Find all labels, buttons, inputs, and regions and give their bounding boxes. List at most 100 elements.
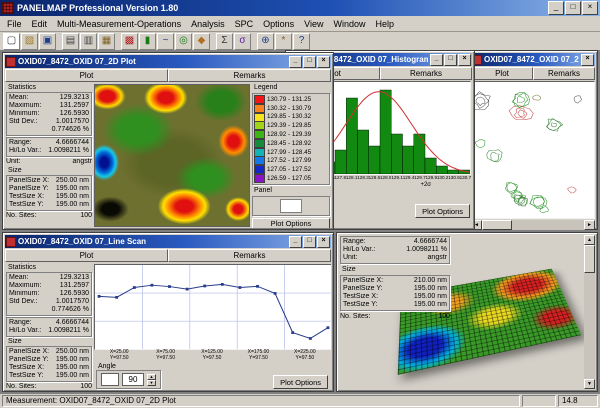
toolbar-icon-statistics[interactable]: Σ [216,33,233,50]
menu-item-spc[interactable]: SPC [230,18,259,30]
close-button[interactable]: × [582,1,598,15]
maximize-button[interactable]: □ [303,55,316,68]
toolbar-icon-contour[interactable]: ◎ [175,33,192,50]
statistics-heading: Statistics [8,264,37,271]
legend-label: 127.52 - 127.99 [267,157,312,165]
legend-panel: Legend 130.79 - 131.25 130.32 - 130.79 129… [251,83,331,228]
scroll-down-arrow[interactable]: ▼ [584,379,595,389]
window-title-bar[interactable]: OXID07_8472_OXID 07_2D Plot _ □ × [5,55,331,68]
tab-remarks[interactable]: Remarks [168,69,331,82]
angle-input[interactable]: 90 [122,373,144,386]
contour-plot[interactable] [471,81,595,219]
scroll-up-arrow[interactable]: ▲ [584,235,595,245]
toolbar-icon-plot-3d[interactable]: ◆ [193,33,210,50]
toolbar-icon-copy[interactable]: ▥ [80,33,97,50]
x-tick-label: X=25.00 Y=97.50 [96,349,142,362]
stat-label: Minimum: [9,290,40,297]
maximize-button[interactable]: □ [444,53,457,66]
minimize-button[interactable]: _ [430,53,443,66]
x-tick-label: 129.98 [425,175,437,180]
statistics-heading: Statistics [8,84,37,91]
stat-label: Unit: [343,254,358,261]
stat-row: Minimum: 126.5930 [9,290,89,298]
tab-remarks[interactable]: Remarks [533,67,595,80]
stat-label: Maximum: [9,282,42,289]
toolbar-icon-new-file[interactable]: ▢ [3,33,20,50]
tab-plot[interactable]: Plot [471,67,533,80]
menu-item-file[interactable]: File [2,18,27,30]
tick-y-value: Y=97.50 [295,355,315,362]
stat-label: Hi/Lo Var.: [343,246,376,253]
toolbar-icon-spc[interactable]: σ [234,33,251,50]
close-button[interactable]: × [581,53,594,66]
stat-row: Unit: angstr [343,254,447,262]
close-button[interactable]: × [317,235,330,248]
tab-remarks[interactable]: Remarks [380,67,472,80]
minimize-button[interactable]: _ [548,1,564,15]
panel-shape-preview[interactable] [280,198,302,213]
sites-value: 100 [80,212,92,219]
window-title-bar[interactable]: OXID07_8472_OXID 07_Line Scan _ □ × [5,235,331,248]
size-heading: Size [342,266,356,273]
toolbar-icon-zoom[interactable]: ⊕ [257,33,274,50]
legend-entry: 128.92 - 129.39 [254,130,328,140]
menu-item-multi-measurement-operations[interactable]: Multi-Measurement-Operations [52,18,186,30]
legend-label: 129.85 - 130.32 [267,113,312,121]
stat-value: 129.3213 [59,274,89,281]
tab-plot[interactable]: Plot [5,249,168,262]
legend-label: 127.99 - 128.45 [267,148,312,156]
angle-orientation-box[interactable] [101,373,119,386]
legend: 130.79 - 131.25 130.32 - 130.79 129.85 - 1… [252,93,330,185]
toolbar-icon-options[interactable]: * [275,33,292,50]
toolbar-icon-help[interactable]: ? [293,33,310,50]
plot-options-button[interactable]: Plot Options [273,375,328,389]
tab-plot[interactable]: Plot [5,69,168,82]
menu-item-view[interactable]: View [299,18,328,30]
title-bar[interactable]: PANELMAP Professional Version 1.80 _ □ × [0,0,600,16]
close-button[interactable]: × [317,55,330,68]
scrollbar-thumb[interactable] [482,220,512,230]
window-title-bar[interactable]: OXID07_8472_OXID 07_2D Contour × [471,53,595,66]
legend-swatch [254,156,265,166]
sites-row: No. Sites: 100 [340,313,450,321]
toolbar-icon-open-folder[interactable]: ▨ [21,33,38,50]
stat-row: TestSize Y: 195.00 nm [9,372,89,380]
toolbar-icon-plot-2d[interactable]: ▩ [121,33,138,50]
toolbar-icon-histogram[interactable]: ▮ [139,33,156,50]
status-bar: Measurement: OXID07_8472_OXID 07_2D Plot… [0,394,600,408]
toolbar-icon-save[interactable]: ▣ [39,33,56,50]
scroll-right-arrow[interactable]: ► [584,220,595,230]
minimize-button[interactable]: _ [289,235,302,248]
plot-options-button[interactable]: Plot Options [415,204,470,218]
x-tick-label: 130.25 [436,175,449,180]
x-tick-label: 128.12 [345,175,358,180]
vertical-scrollbar[interactable]: ▲ ▼ [584,235,595,389]
menu-item-window[interactable]: Window [329,18,371,30]
legend-swatch [254,138,265,148]
minimize-button[interactable]: _ [289,55,302,68]
line-scan-chart[interactable] [94,264,331,351]
stat-value: 4.6666744 [413,238,447,245]
toolbar-icon-paste[interactable]: ▦ [98,33,115,50]
horizontal-scrollbar[interactable]: ◄ ► [471,220,595,230]
statistics-panel: Range: 4.6666744 Hi/Lo Var.: 1.0098211 % Uni… [340,236,450,321]
toolbar-icon-line-scan[interactable]: ~ [157,33,174,50]
maximize-button[interactable]: □ [565,1,581,15]
heatmap-2d-plot[interactable] [94,84,250,227]
stat-value: 126.5930 [59,290,89,297]
toolbar-icon-print[interactable]: ▤ [62,33,79,50]
legend-swatch [254,94,265,104]
angle-down-button[interactable]: ▼ [147,379,156,386]
menu-item-help[interactable]: Help [371,18,400,30]
maximize-button[interactable]: □ [303,235,316,248]
stat-row: 0.774626 % [9,126,89,134]
mdi-workspace: OXID07_8472_OXID 07_2D Plot _ □ × Plot R… [0,50,600,394]
scrollbar-thumb[interactable] [584,245,595,273]
menu-item-options[interactable]: Options [258,18,299,30]
tab-remarks[interactable]: Remarks [168,249,331,262]
plot-options-button[interactable]: Plot Options [252,217,330,228]
menu-item-analysis[interactable]: Analysis [186,18,230,30]
menu-item-edit[interactable]: Edit [27,18,53,30]
close-button[interactable]: × [458,53,471,66]
stat-label: TestSize X: [343,293,379,300]
